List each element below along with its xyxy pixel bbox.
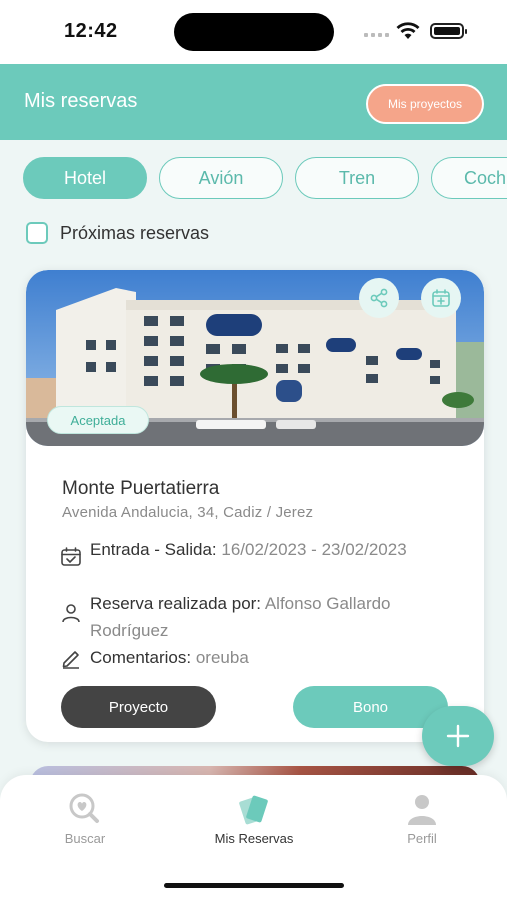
pencil-icon	[62, 651, 79, 669]
user-profile-icon	[408, 795, 436, 825]
app-header: Mis reservas Mis proyectos	[0, 64, 507, 140]
hotel-address: Avenida Andalucia, 34, Cadiz / Jerez	[62, 504, 314, 521]
comments-value: oreuba	[195, 648, 249, 667]
search-heart-icon	[69, 793, 99, 823]
nav-label-mis-reservas: Mis Reservas	[214, 831, 294, 846]
tab-hotel[interactable]: Hotel	[23, 157, 147, 199]
project-button[interactable]: Proyecto	[61, 686, 216, 728]
nav-item-buscar[interactable]: Buscar	[25, 791, 145, 846]
upcoming-checkbox[interactable]	[26, 222, 48, 244]
bottom-nav: Buscar Mis Reservas Perfil	[0, 775, 507, 900]
add-reservation-fab[interactable]	[422, 706, 494, 766]
signal-icon	[364, 33, 389, 37]
add-to-calendar-button[interactable]	[421, 278, 461, 318]
home-indicator	[164, 883, 344, 888]
status-badge: Aceptada	[47, 406, 149, 434]
dates-label: Entrada - Salida:	[90, 540, 217, 559]
reservation-card[interactable]: Aceptada Monte Puertatierra Avenida Anda…	[26, 270, 484, 742]
nav-label-buscar: Buscar	[64, 831, 106, 846]
status-bar: 12:42	[0, 0, 507, 64]
booked-by-label: Reserva realizada por:	[90, 594, 262, 613]
share-icon	[370, 288, 388, 308]
upcoming-filter[interactable]: Próximas reservas	[26, 222, 209, 244]
my-projects-button[interactable]: Mis proyectos	[366, 84, 484, 124]
booked-by-row: Reserva realizada por: Alfonso Gallardo …	[60, 590, 460, 644]
dates-row: Entrada - Salida: 16/02/2023 - 23/02/202…	[60, 536, 460, 568]
hotel-photo: Aceptada	[26, 270, 484, 446]
battery-icon	[430, 23, 467, 39]
comments-label: Comentarios:	[90, 648, 192, 667]
page-title: Mis reservas	[24, 90, 138, 112]
tickets-icon	[239, 795, 268, 825]
nav-item-perfil[interactable]: Perfil	[362, 791, 482, 846]
plus-icon	[446, 724, 470, 748]
hotel-name: Monte Puertatierra	[62, 478, 220, 499]
tab-avion[interactable]: Avión	[159, 157, 283, 199]
nav-label-perfil: Perfil	[407, 831, 437, 846]
nav-item-mis-reservas[interactable]: Mis Reservas	[194, 791, 314, 846]
calendar-check-icon	[61, 547, 81, 566]
wifi-icon	[396, 22, 420, 45]
share-button[interactable]	[359, 278, 399, 318]
user-icon	[62, 604, 80, 623]
tab-coche[interactable]: Coch	[431, 157, 507, 199]
calendar-add-icon	[432, 289, 450, 307]
transport-tabs: Hotel Avión Tren Coch	[23, 157, 507, 199]
dates-value: 16/02/2023 - 23/02/2023	[221, 540, 407, 559]
upcoming-label: Próximas reservas	[60, 222, 210, 243]
dynamic-island	[174, 13, 334, 51]
tab-tren[interactable]: Tren	[295, 157, 419, 199]
comments-row: Comentarios: oreuba	[60, 644, 460, 671]
status-time: 12:42	[64, 20, 118, 42]
